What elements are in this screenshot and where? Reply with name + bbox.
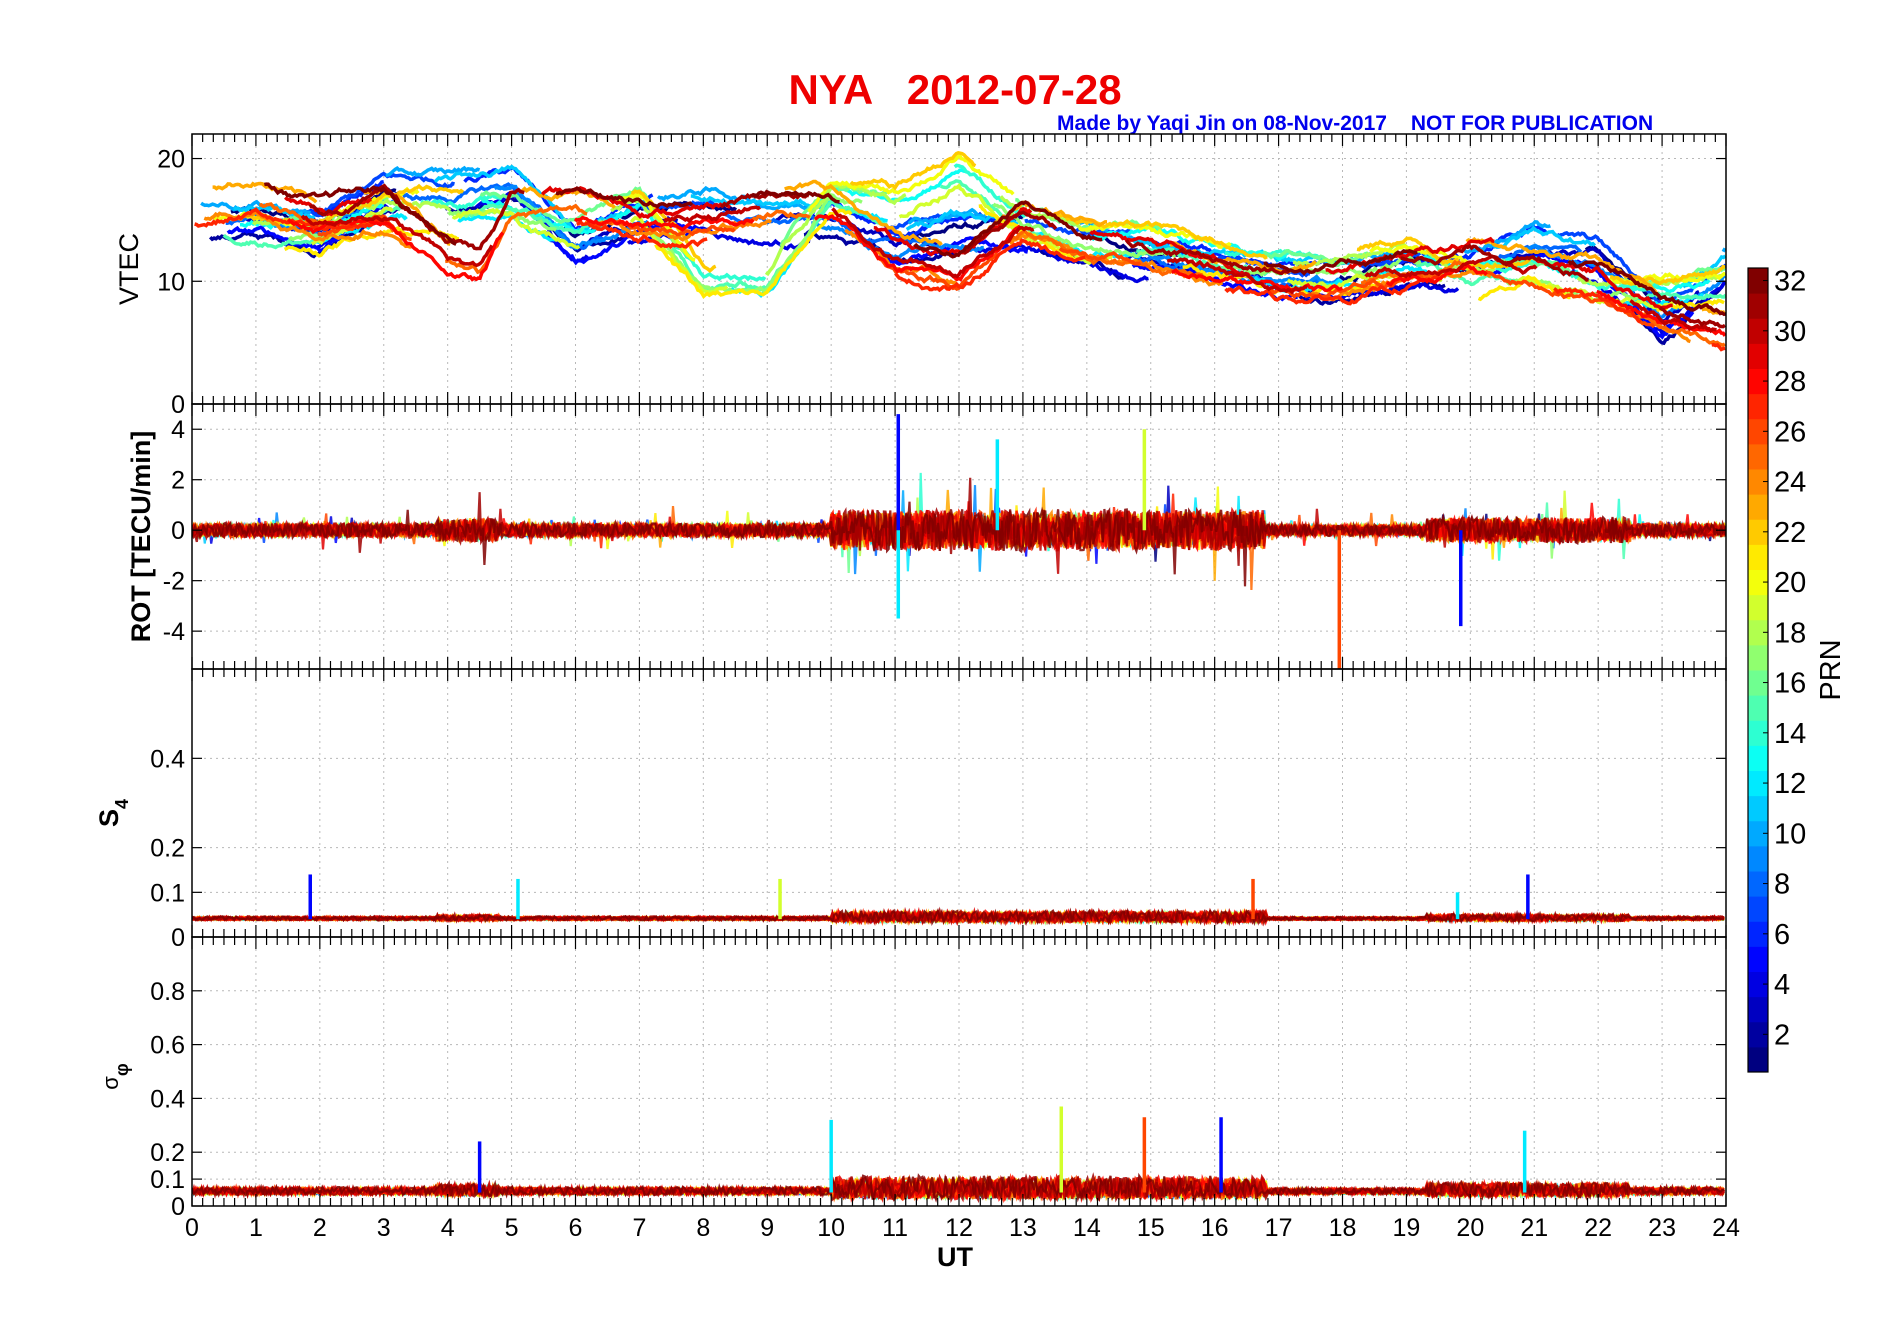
colorbar-segment [1748, 1046, 1768, 1073]
panels-group: 01020VTEC-4-2024ROT [TECU/min]00.10.20.4… [94, 133, 1740, 1242]
colorbar-tick-label: 6 [1774, 919, 1790, 951]
colorbar-segment [1748, 343, 1768, 369]
y-tick-label: 0.4 [150, 1085, 185, 1113]
colorbar-tick-label: 2 [1774, 1019, 1790, 1051]
colorbar-tick-label: 12 [1774, 768, 1806, 800]
x-tick-label: 20 [1456, 1214, 1484, 1242]
colorbar-segment [1748, 695, 1768, 721]
x-tick-label: 21 [1520, 1214, 1548, 1242]
colorbar: 2468101214161820222426283032 [1747, 266, 1806, 1073]
y-tick-label: 0 [171, 391, 185, 419]
x-tick-label: 13 [1009, 1214, 1037, 1242]
colorbar-segment [1748, 544, 1768, 570]
x-tick-label: 14 [1073, 1214, 1101, 1242]
colorbar-tick-label: 22 [1774, 517, 1806, 549]
x-tick-label: 23 [1648, 1214, 1676, 1242]
x-tick-label: 12 [945, 1214, 973, 1242]
panel-sigma_phi: 00.10.2 0.4 0.6 0.8 σφ [98, 936, 1727, 1221]
colorbar-segment [1748, 996, 1768, 1023]
colorbar-segment [1748, 795, 1768, 822]
colorbar-segment [1748, 293, 1768, 319]
colorbar-tick-label: 30 [1774, 316, 1806, 348]
y-tick-label: 4 [171, 416, 185, 444]
y-tick-label: 2 [171, 467, 185, 495]
x-tick-label: 3 [377, 1214, 391, 1242]
x-tick-label: 22 [1584, 1214, 1612, 1242]
colorbar-segment [1748, 644, 1768, 671]
colorbar-tick-label: 8 [1774, 869, 1790, 901]
x-tick-label: 2 [313, 1214, 327, 1242]
series-s4 [192, 874, 1725, 927]
series-vtec [194, 150, 1726, 352]
x-tick-label: 9 [760, 1214, 774, 1242]
colorbar-tick-label: 28 [1774, 366, 1806, 398]
notice-text: NOT FOR PUBLICATION [1411, 112, 1653, 135]
x-tick-label: 0 [185, 1214, 199, 1242]
chart: NYA 2012-07-28 Made by Yaqi Jin on 08-No… [94, 66, 1847, 1272]
colorbar-tick-label: 32 [1774, 266, 1806, 298]
colorbar-segment [1748, 946, 1768, 972]
colorbar-segment [1748, 745, 1768, 771]
colorbar-segment [1748, 393, 1768, 420]
x-tick-label: 19 [1393, 1214, 1421, 1242]
x-tick-label: 11 [882, 1214, 908, 1242]
y-tick-label: 0.2 [150, 835, 185, 863]
y-tick-label: 0.6 [150, 1032, 185, 1060]
chart-title: NYA 2012-07-28 [788, 66, 1121, 113]
x-tick-label: 5 [505, 1214, 519, 1242]
colorbar-tick-label: 10 [1774, 818, 1806, 850]
colorbar-tick-label: 20 [1774, 567, 1806, 599]
y-tick-label: 20 [157, 146, 185, 174]
x-tick-label: 17 [1265, 1214, 1293, 1242]
y-axis-label: σφ [98, 1063, 132, 1090]
y-tick-label: 0.1 [150, 879, 185, 907]
y-tick-label: 0.4 [150, 745, 185, 773]
panel-vtec: 0 10 20 VTEC [114, 133, 1727, 419]
panel-rot: -4 -2 0 2 4 ROT [TECU/min] [126, 403, 1727, 670]
x-tick-label: 4 [441, 1214, 455, 1242]
colorbar-tick-label: 16 [1774, 668, 1806, 700]
vtec-trace-prn-10 [1721, 247, 1726, 253]
x-tick-label: 1 [249, 1214, 263, 1242]
y-axis-label: VTEC [114, 233, 144, 305]
y-tick-label: 0.1 [150, 1166, 185, 1194]
colorbar-segment [1748, 896, 1768, 922]
colorbar-segment [1748, 494, 1768, 520]
x-axis-label: UT [937, 1242, 973, 1272]
credit-text: Made by Yaqi Jin on 08-Nov-2017 [1057, 112, 1387, 135]
colorbar-segment [1748, 443, 1768, 470]
colorbar-tick-label: 18 [1774, 617, 1806, 649]
y-tick-label: -4 [163, 618, 185, 646]
x-tick-label: 8 [696, 1214, 710, 1242]
y-tick-label: 0.2 [150, 1139, 185, 1167]
y-tick-label: 10 [157, 268, 185, 296]
y-axis-label: S4 [94, 799, 132, 827]
y-tick-label: 0 [171, 924, 185, 952]
x-tick-label: 16 [1201, 1214, 1229, 1242]
y-tick-label: 0.8 [150, 978, 185, 1006]
y-tick-label: -2 [163, 568, 185, 596]
x-tick-label: 6 [569, 1214, 583, 1242]
series-sigma_phi [192, 1106, 1726, 1204]
x-tick-label: 10 [817, 1214, 845, 1242]
x-tick-label: 24 [1712, 1214, 1740, 1242]
colorbar-segment [1748, 594, 1768, 621]
colorbar-tick-label: 26 [1774, 416, 1806, 448]
panel-s4: 0 0.1 0.2 0.4 S4 [94, 668, 1727, 952]
colorbar-label: PRN [1815, 639, 1847, 700]
y-tick-label: 0 [171, 517, 185, 545]
y-axis-label: ROT [TECU/min] [126, 431, 156, 642]
colorbar-tick-label: 4 [1774, 969, 1790, 1001]
colorbar-tick-label: 14 [1774, 718, 1806, 750]
colorbar-tick-label: 24 [1774, 467, 1806, 499]
x-tick-label: 15 [1137, 1214, 1165, 1242]
x-tick-label: 18 [1329, 1214, 1357, 1242]
y-tick-label: 0 [171, 1193, 185, 1221]
x-tick-label: 7 [632, 1214, 646, 1242]
colorbar-segment [1748, 845, 1768, 872]
